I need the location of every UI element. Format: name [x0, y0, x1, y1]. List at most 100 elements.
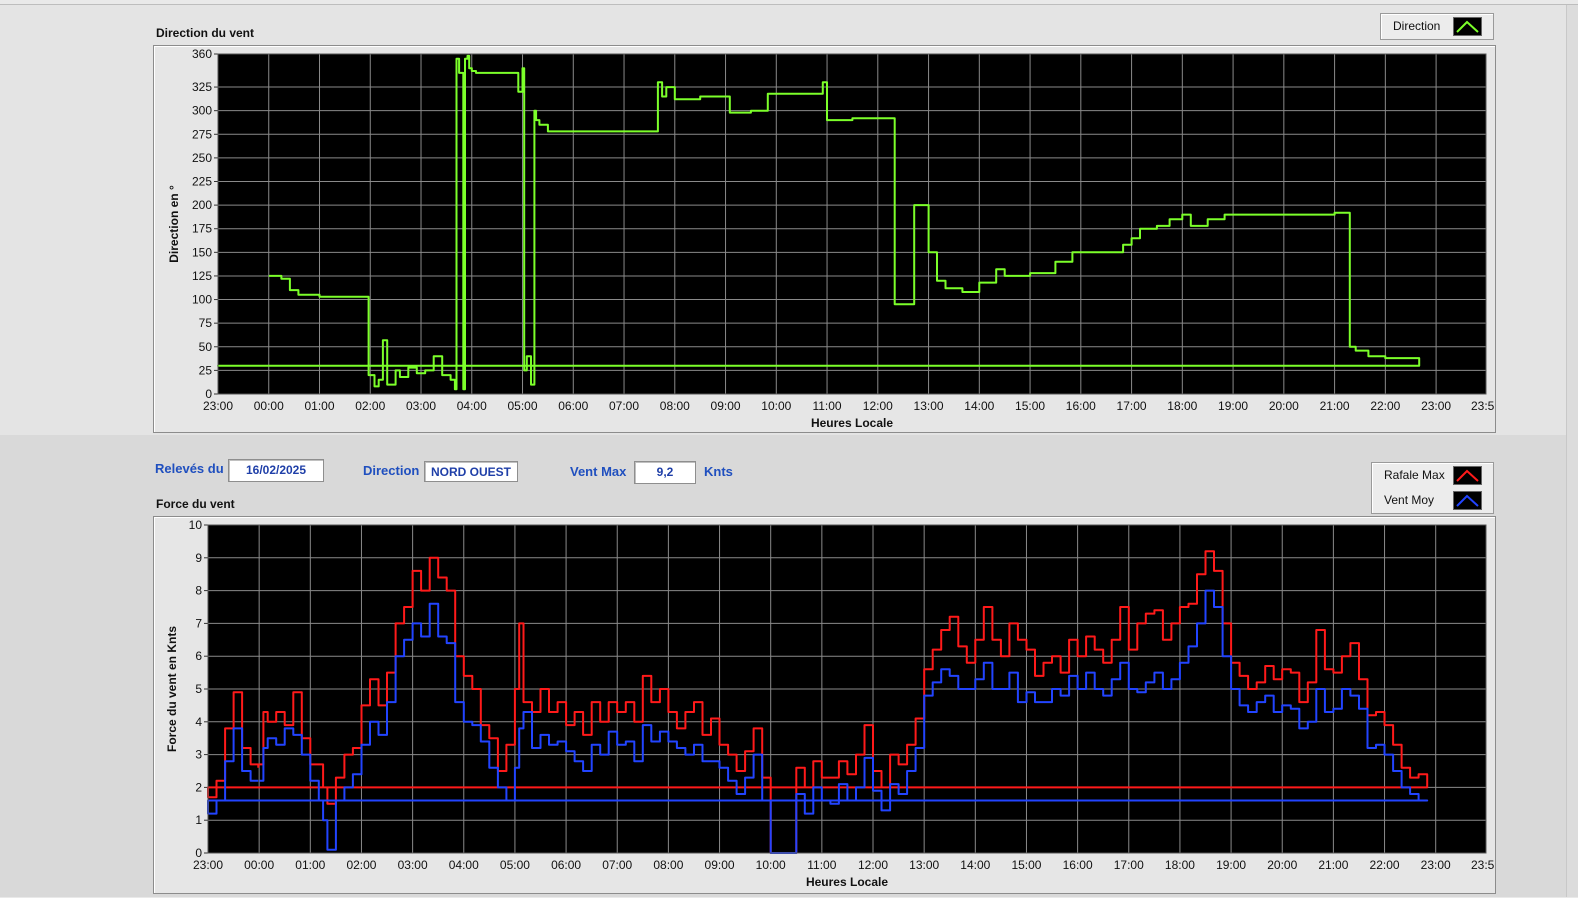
direction-ylabel: Direction en ° [167, 185, 181, 263]
force-xlabel: Heures Locale [806, 875, 888, 889]
vent-max-label: Vent Max [570, 464, 627, 479]
force-ytick-label: 1 [195, 813, 202, 827]
direction-xtick-label: 06:00 [558, 399, 588, 413]
legend-rafale-label: Rafale Max [1384, 468, 1445, 482]
direction-field[interactable]: NORD OUEST [424, 461, 518, 482]
direction-xtick-label: 07:00 [609, 399, 639, 413]
force-xtick-label: 15:00 [1011, 858, 1041, 872]
force-ytick-label: 3 [195, 748, 202, 762]
legend-vent-moy-label: Vent Moy [1384, 493, 1435, 507]
force-xtick-label: 06:00 [551, 858, 581, 872]
force-chart-frame: 0 1 2 3 4 5 6 7 8 9 10 23:00 00:00 01:00 02:00 03:00 04:… [153, 516, 1501, 894]
direction-ytick-label: 325 [192, 80, 212, 94]
direction-xtick-label: 18:00 [1167, 399, 1197, 413]
direction-xtick-label: 10:00 [761, 399, 791, 413]
force-xtick-label: 23:00 [193, 858, 223, 872]
force-ytick-label: 2 [195, 780, 202, 794]
force-xtick-label: 10:00 [756, 858, 786, 872]
force-xtick-label: 22:00 [1370, 858, 1400, 872]
direction-ytick-label: 100 [192, 293, 212, 307]
force-ytick-label: 6 [195, 649, 202, 663]
force-xtick-label: 19:00 [1216, 858, 1246, 872]
window-right-edge [1566, 5, 1578, 897]
unit-label: Knts [704, 464, 733, 479]
direction-ytick-label: 225 [192, 175, 212, 189]
legend-item-rafale[interactable]: Rafale Max [1372, 463, 1493, 487]
direction-xtick-label: 23:00 [1421, 399, 1451, 413]
direction-xtick-label: 05:00 [508, 399, 538, 413]
force-xtick-label: 12:00 [858, 858, 888, 872]
legend-item-vent-moy[interactable]: Vent Moy [1372, 488, 1493, 512]
direction-xtick-label: 16:00 [1066, 399, 1096, 413]
direction-ytick-label: 50 [199, 340, 213, 354]
force-xtick-label: 09:00 [705, 858, 735, 872]
force-xtick-label: 23:59 [1471, 858, 1495, 872]
direction-legend[interactable]: Direction [1380, 13, 1494, 40]
force-xtick-label: 04:00 [449, 858, 479, 872]
force-xtick-label: 11:00 [807, 858, 836, 872]
direction-xtick-label: 02:00 [355, 399, 385, 413]
force-ytick-label: 7 [195, 616, 202, 630]
force-ytick-label: 10 [189, 518, 203, 532]
force-xtick-label: 02:00 [346, 858, 376, 872]
force-chart[interactable]: 01234567891023:00 00:00 01:00 02:00 03:00 04:… [154, 517, 1501, 893]
force-ylabel: Force du vent en Knts [165, 626, 179, 752]
direction-xtick-label: 04:00 [457, 399, 487, 413]
direction-legend-label: Direction [1393, 19, 1441, 33]
force-chart-title: Force du vent [156, 497, 235, 511]
direction-legend-swatch[interactable] [1453, 17, 1482, 36]
vent-moy-line-icon [1456, 494, 1479, 507]
date-field[interactable]: 16/02/2025 [228, 459, 324, 482]
direction-xtick-label: 23:00 [203, 399, 233, 413]
force-ytick-label: 5 [195, 682, 202, 696]
direction-chart[interactable]: 0255075100125150175200225250275300325360… [154, 46, 1501, 432]
direction-xtick-label: 19:00 [1218, 399, 1248, 413]
direction-xtick-label: 00:00 [254, 399, 284, 413]
direction-xtick-label: 01:00 [304, 399, 334, 413]
force-xtick-label: 03:00 [398, 858, 428, 872]
direction-xtick-label: 09:00 [711, 399, 741, 413]
date-label: Relevés du [155, 461, 224, 476]
direction-xtick-label: 20:00 [1269, 399, 1299, 413]
legend-rafale-swatch[interactable] [1453, 466, 1482, 485]
direction-xtick-label: 03:00 [406, 399, 436, 413]
direction-xtick-label: 22:00 [1370, 399, 1400, 413]
direction-ytick-label: 200 [192, 198, 212, 212]
force-xtick-label: 21:00 [1318, 858, 1348, 872]
direction-ytick-label: 360 [192, 47, 212, 61]
force-xtick-label: 05:00 [500, 858, 530, 872]
direction-ytick-label: 75 [199, 316, 213, 330]
force-xtick-label: 16:00 [1063, 858, 1093, 872]
force-xtick-label: 07:00 [602, 858, 632, 872]
force-ytick-label: 8 [195, 584, 202, 598]
direction-ytick-label: 300 [192, 104, 212, 118]
direction-ytick-label: 150 [192, 245, 212, 259]
direction-ytick-label: 25 [199, 363, 213, 377]
force-legend[interactable]: Rafale Max Vent Moy [1371, 462, 1494, 514]
direction-xtick-label: 21:00 [1320, 399, 1350, 413]
direction-xlabel: Heures Locale [811, 416, 893, 430]
direction-xtick-label: 08:00 [660, 399, 690, 413]
force-ytick-label: 4 [195, 715, 202, 729]
force-xtick-label: 17:00 [1114, 858, 1144, 872]
force-xtick-label: 01:00 [295, 858, 325, 872]
direction-ytick-label: 125 [192, 269, 212, 283]
vent-max-field[interactable]: 9,2 [634, 461, 696, 484]
force-xtick-label: 18:00 [1165, 858, 1195, 872]
direction-xtick-label: 11:00 [812, 399, 841, 413]
direction-label: Direction [363, 463, 420, 478]
direction-chart-title: Direction du vent [156, 26, 255, 40]
force-xtick-label: 13:00 [909, 858, 939, 872]
direction-ytick-label: 175 [192, 222, 212, 236]
direction-legend-line-icon [1456, 20, 1479, 33]
force-xtick-label: 14:00 [960, 858, 990, 872]
direction-xtick-label: 17:00 [1117, 399, 1147, 413]
legend-vent-moy-swatch[interactable] [1453, 491, 1482, 510]
force-xtick-label: 00:00 [244, 858, 274, 872]
direction-xtick-label: 12:00 [863, 399, 893, 413]
direction-plot-area[interactable] [218, 54, 1486, 394]
direction-xtick-label: 15:00 [1015, 399, 1045, 413]
direction-xtick-label: 13:00 [914, 399, 944, 413]
force-ytick-label: 9 [195, 551, 202, 565]
direction-ytick-label: 250 [192, 151, 212, 165]
